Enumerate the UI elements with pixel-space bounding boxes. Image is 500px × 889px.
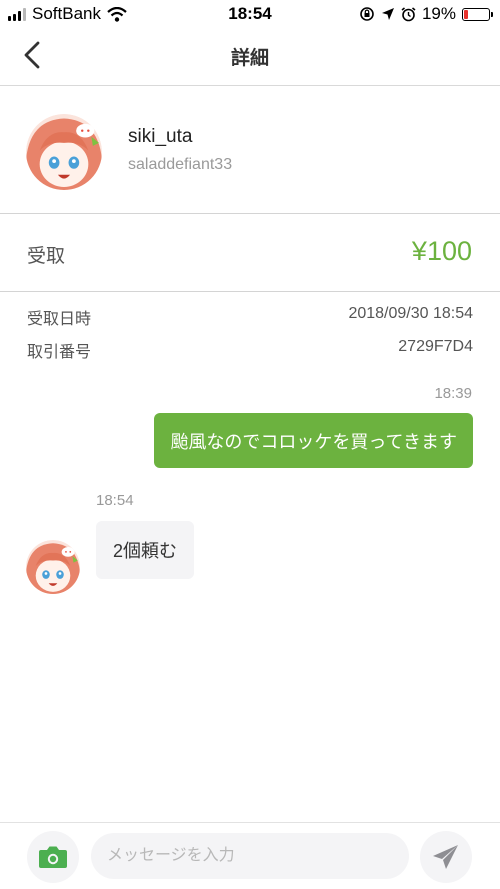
transaction-type-label: 受取: [27, 246, 66, 267]
message-timestamp: 18:39: [434, 385, 472, 402]
send-button[interactable]: [420, 831, 472, 883]
transaction-detail-screen: SoftBank 18:54 19% 詳細 siki_uta saladdefi…: [0, 0, 500, 889]
camera-button[interactable]: [27, 831, 79, 883]
sender-avatar[interactable]: [26, 540, 80, 594]
camera-icon: [39, 846, 67, 868]
battery-percentage: 19%: [421, 4, 456, 23]
detail-row-transaction-id: 取引番号 2729F7D4: [27, 338, 473, 362]
detail-label: 受取日時: [27, 311, 92, 328]
message-input[interactable]: [91, 833, 409, 879]
battery-icon: [462, 7, 493, 21]
detail-value: 2018/09/30 18:54: [348, 305, 473, 322]
status-right: 19%: [359, 4, 493, 24]
outgoing-message-bubble: 颱風なのでコロッケを買ってきます: [154, 413, 473, 468]
navigation-bar: 詳細: [0, 28, 500, 86]
amount-card: 受取 ¥100: [0, 213, 500, 292]
alarm-icon: [401, 6, 416, 21]
user-handle: saladdefiant33: [128, 156, 233, 173]
detail-label: 取引番号: [27, 344, 92, 361]
user-avatar[interactable]: [26, 114, 102, 190]
detail-row-datetime: 受取日時 2018/09/30 18:54: [27, 305, 473, 329]
status-bar: SoftBank 18:54 19%: [0, 0, 500, 28]
message-timestamp: 18:54: [96, 492, 134, 509]
location-arrow-icon: [381, 8, 394, 20]
page-title: 詳細: [230, 48, 269, 69]
detail-value: 2729F7D4: [398, 338, 473, 355]
user-name: siki_uta: [128, 126, 193, 147]
send-icon: [433, 845, 458, 869]
transaction-amount: ¥100: [411, 236, 472, 266]
incoming-message-bubble: 2個頼む: [96, 521, 195, 579]
rotation-lock-icon: [360, 7, 374, 21]
message-input-bar: [0, 822, 500, 889]
battery-level: [464, 9, 468, 19]
